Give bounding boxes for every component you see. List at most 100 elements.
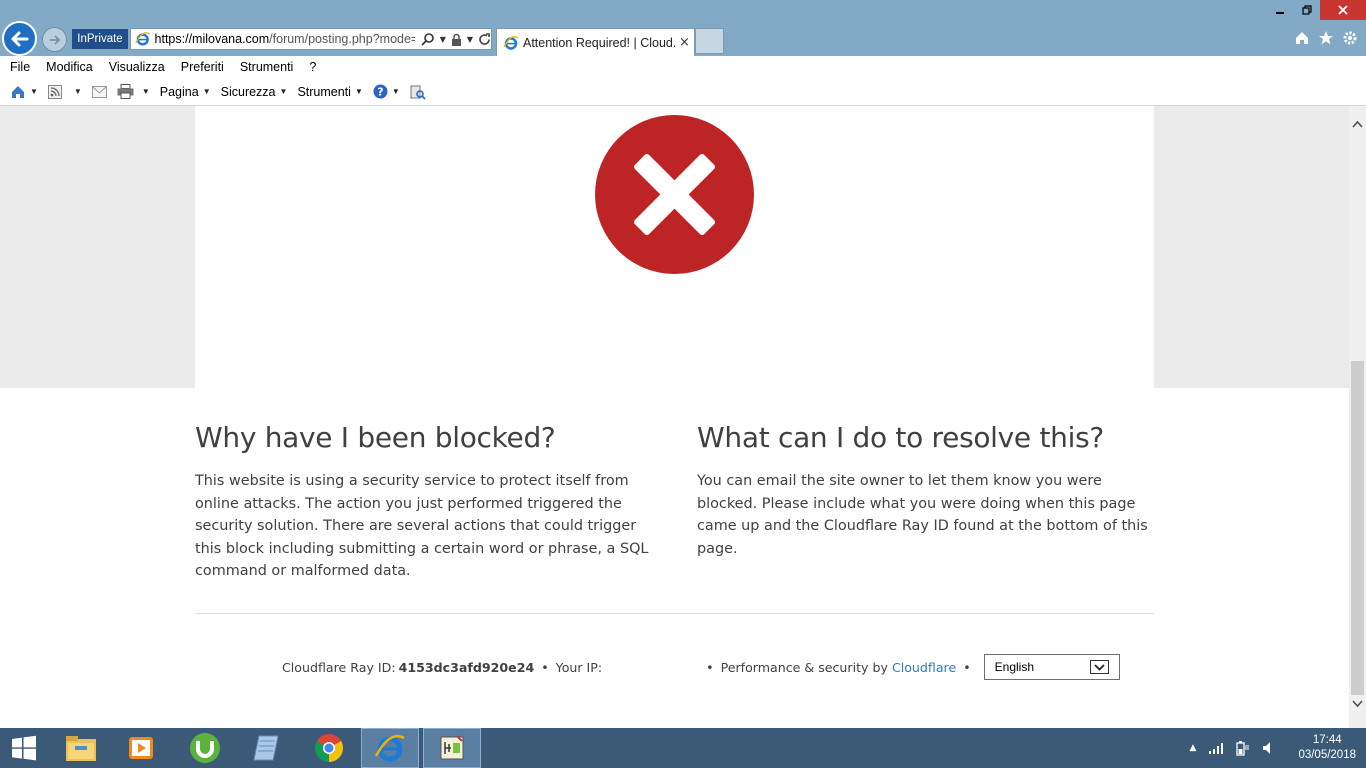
research-icon [410, 85, 426, 100]
clock-time: 17:44 [1312, 734, 1342, 746]
tools-menu-button[interactable]: Strumenti ▼ [297, 85, 362, 99]
hero-banner [0, 106, 1349, 388]
printer-icon [117, 84, 134, 99]
windows-taskbar: ▲ 17:44 03/05/2018 [0, 728, 1366, 768]
scroll-down-icon[interactable] [1352, 700, 1363, 708]
cloudflare-link[interactable]: Cloudflare [892, 660, 956, 675]
arrow-left-icon [11, 31, 28, 46]
gear-icon[interactable] [1342, 30, 1358, 46]
svg-text:?: ? [377, 86, 383, 99]
windows-logo-icon [12, 735, 36, 761]
taskbar-editor-app[interactable] [423, 728, 481, 768]
home-icon[interactable] [1294, 30, 1310, 46]
battery-icon[interactable] [1236, 740, 1250, 756]
taskbar-clock[interactable]: 17:44 03/05/2018 [1298, 733, 1356, 763]
vertical-scrollbar[interactable] [1349, 106, 1366, 728]
tools-menu-label: Strumenti [297, 84, 351, 99]
menu-visualizza[interactable]: Visualizza [109, 60, 165, 74]
menu-modifica[interactable]: Modifica [46, 60, 93, 74]
cloudflare-footer: Cloudflare Ray ID: 4153dc3afd920e24 • Yo… [282, 654, 1120, 680]
rss-feed-icon [47, 84, 62, 99]
network-signal-icon[interactable] [1208, 742, 1224, 754]
performance-label: Performance & security by [720, 659, 888, 675]
star-icon[interactable] [1318, 30, 1334, 46]
scrollbar-thumb[interactable] [1351, 361, 1364, 695]
taskbar-utorrent[interactable] [176, 728, 234, 768]
home-command-button[interactable]: ▼ [10, 84, 38, 100]
footer-divider [195, 613, 1154, 614]
notepad-icon [253, 735, 279, 761]
folder-icon [66, 736, 96, 761]
mail-command-button[interactable] [91, 85, 107, 98]
tab-close-button[interactable]: × [679, 35, 690, 50]
research-command-button[interactable] [410, 84, 426, 100]
footer-separator: • [706, 659, 714, 675]
security-dropdown-icon[interactable]: ▼ [467, 35, 473, 44]
mail-icon [91, 85, 107, 98]
restore-button[interactable] [1293, 0, 1320, 20]
print-command-button[interactable]: ▼ [117, 84, 150, 99]
new-tab-button[interactable] [695, 28, 724, 54]
system-tray: ▲ 17:44 03/05/2018 [1190, 728, 1356, 768]
page-menu-button[interactable]: Pagina ▼ [160, 85, 211, 99]
why-blocked-section: Why have I been blocked? This website is… [195, 418, 655, 583]
address-bar[interactable]: https://milovana.com/forum/posting.php?m… [130, 28, 492, 50]
chevron-down-icon: ▼ [354, 87, 363, 96]
menu-help[interactable]: ? [309, 60, 316, 74]
tab-title: Attention Required! | Cloud... [523, 35, 675, 50]
minimize-icon [1275, 12, 1284, 14]
tray-expand-icon[interactable]: ▲ [1190, 743, 1197, 753]
forward-button[interactable] [42, 27, 67, 52]
minimize-button[interactable] [1266, 0, 1293, 20]
volume-icon[interactable] [1262, 741, 1276, 755]
command-bar: ▼ ▼ ▼ Pagina ▼ Sicurezza ▼ Strumenti ▼ ?… [0, 78, 1366, 106]
chevron-down-icon[interactable]: ▼ [30, 87, 38, 96]
chevron-down-icon[interactable]: ▼ [142, 87, 150, 96]
chevron-down-icon: ▼ [279, 87, 288, 96]
resolve-text: You can email the site owner to let them… [697, 473, 1148, 557]
taskbar-file-explorer[interactable] [52, 728, 110, 768]
utorrent-icon [190, 733, 220, 763]
language-select[interactable]: English [983, 654, 1120, 680]
scroll-up-icon[interactable] [1352, 120, 1363, 128]
menu-file[interactable]: File [10, 60, 30, 74]
resolve-section: What can I do to resolve this? You can e… [697, 418, 1157, 560]
footer-separator: • [963, 659, 971, 675]
page-viewport: Why have I been blocked? This website is… [0, 106, 1349, 728]
feeds-command-button[interactable]: ▼ [47, 84, 82, 99]
menu-strumenti[interactable]: Strumenti [240, 60, 294, 74]
start-button[interactable] [0, 728, 48, 768]
chevron-down-icon[interactable]: ▼ [74, 87, 82, 96]
language-selected-value: English [994, 660, 1035, 674]
menu-preferiti[interactable]: Preferiti [181, 60, 224, 74]
help-icon: ? [373, 84, 388, 99]
ie-favicon-icon [135, 32, 150, 46]
help-menu-button[interactable]: ? ▼ [373, 84, 400, 99]
chevron-down-icon[interactable] [1089, 660, 1109, 674]
ray-id-value: 4153dc3afd920e24 [398, 659, 535, 675]
back-button[interactable] [2, 21, 37, 56]
ip-label: Your IP: [555, 659, 603, 675]
browser-title-bar: InPrivate https://milovana.com/forum/pos… [0, 0, 1366, 56]
media-player-icon [129, 737, 153, 759]
tab-attention-required[interactable]: Attention Required! | Cloud... × [496, 28, 695, 56]
taskbar-media-player[interactable] [112, 728, 170, 768]
address-url[interactable]: https://milovana.com/forum/posting.php?m… [155, 32, 415, 46]
clock-date: 03/05/2018 [1298, 749, 1356, 761]
lock-icon[interactable] [451, 33, 462, 46]
close-window-button[interactable] [1320, 0, 1366, 20]
restore-icon [1301, 5, 1312, 15]
search-dropdown-icon[interactable]: ▼ [440, 35, 446, 44]
close-icon [1338, 5, 1348, 15]
taskbar-chrome[interactable] [300, 728, 358, 768]
editor-app-icon [440, 735, 464, 760]
refresh-icon[interactable] [478, 32, 491, 46]
taskbar-internet-explorer[interactable] [361, 728, 419, 768]
resolve-heading: What can I do to resolve this? [697, 421, 1104, 454]
search-icon[interactable] [421, 32, 435, 46]
security-menu-button[interactable]: Sicurezza ▼ [221, 85, 288, 99]
arrow-right-icon [49, 34, 60, 45]
ray-id-label: Cloudflare Ray ID: [282, 659, 396, 675]
inprivate-badge[interactable]: InPrivate [72, 29, 128, 49]
taskbar-notes-app[interactable] [237, 728, 295, 768]
